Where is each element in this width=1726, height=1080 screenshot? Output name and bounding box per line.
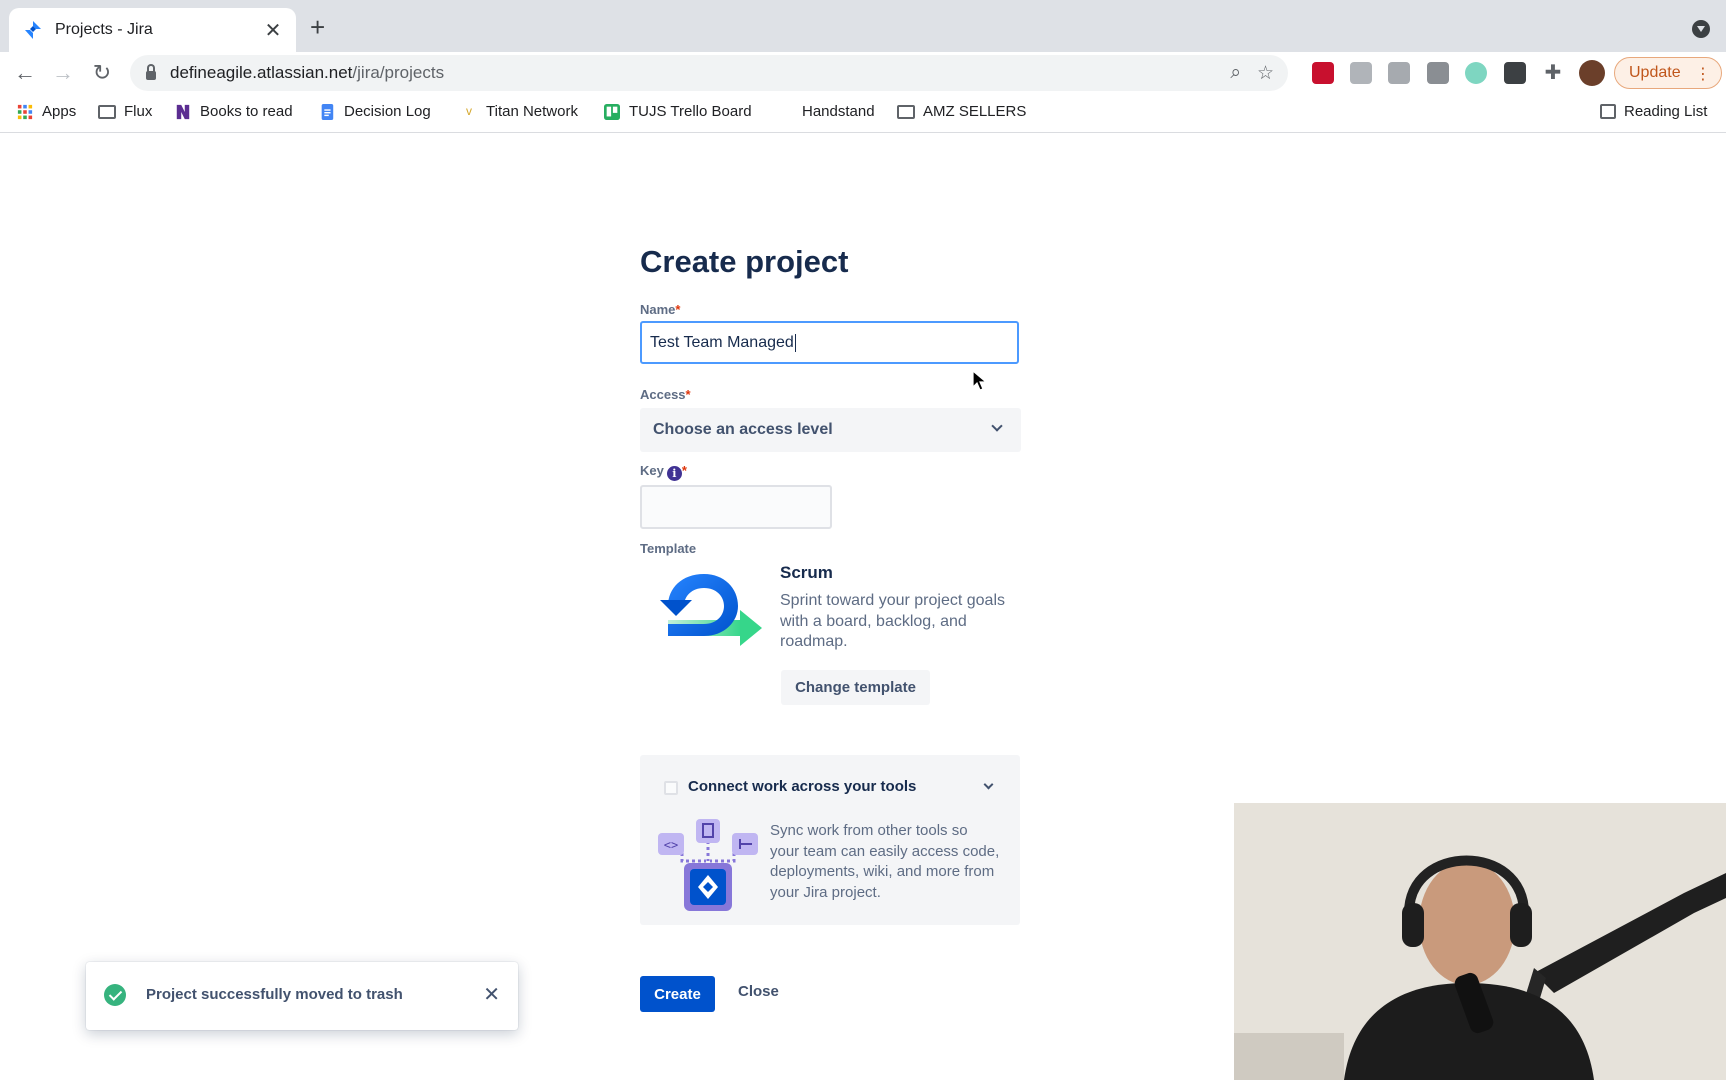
reading-list-icon [1600, 104, 1616, 119]
access-label-text: Access [640, 387, 686, 402]
bookmark-label: Apps [42, 103, 77, 120]
tab-search-icon[interactable] [1692, 20, 1710, 38]
browser-tab[interactable]: Projects - Jira ✕ [9, 8, 296, 52]
lock-icon [146, 64, 156, 80]
scrum-template-icon [660, 574, 762, 646]
zoom-icon[interactable]: ⌕ [1230, 62, 1241, 85]
name-label-text: Name [640, 302, 676, 317]
connect-tools-checkbox[interactable] [664, 781, 678, 795]
integrations-illustration-icon: <> [658, 819, 758, 911]
extension-grid-icon[interactable] [1388, 62, 1410, 84]
extensions-puzzle-icon[interactable]: ✚ [1542, 62, 1564, 84]
bookmark-icon [176, 104, 190, 119]
url-host: defineagile.atlassian.net [170, 63, 353, 82]
address-bar[interactable]: defineagile.atlassian.net/jira/projects … [130, 55, 1288, 91]
required-asterisk: * [675, 302, 681, 317]
name-label: Name* [640, 302, 680, 317]
reading-list-label: Reading List [1624, 103, 1708, 120]
bookmark-label: TUJS Trello Board [629, 103, 752, 120]
bookmark-label: AMZ SELLERS [923, 103, 1027, 120]
browser-tab-strip: Projects - Jira ✕ + [0, 0, 1726, 52]
extension-circle-icon[interactable] [1465, 62, 1487, 84]
bookmark-label: Books to read [200, 103, 293, 120]
close-button[interactable]: Close [738, 983, 779, 1000]
folder-icon [897, 104, 915, 119]
page-title: Create project [640, 244, 849, 279]
toast-message: Project successfully moved to trash [146, 986, 403, 1003]
success-check-icon [104, 984, 126, 1006]
webcam-overlay [1234, 803, 1726, 1080]
text-caret [794, 333, 796, 352]
url-path: /jira/projects [352, 63, 445, 82]
jira-favicon-icon [25, 21, 41, 39]
google-docs-icon [321, 103, 334, 120]
name-field-value: Test Team Managed [650, 333, 794, 351]
bookmark-amz-sellers[interactable]: AMZ SELLERS [897, 103, 1026, 120]
connect-tools-panel: Connect work across your tools <> Sync w… [640, 755, 1020, 925]
reading-list[interactable]: Reading List [1600, 103, 1707, 120]
folder-icon [98, 104, 116, 119]
profile-avatar[interactable] [1579, 60, 1605, 86]
access-level-select[interactable]: Choose an access level [640, 408, 1021, 452]
bookmarks-bar: Apps Flux Books to read Decision Log v T… [0, 94, 1726, 133]
bookmark-label: Titan Network [486, 103, 578, 120]
required-asterisk: * [685, 387, 691, 402]
chevron-down-icon [991, 420, 1003, 432]
extension-dark-icon[interactable] [1504, 62, 1526, 84]
update-label: Update [1629, 64, 1681, 81]
required-asterisk: * [681, 463, 687, 478]
bookmark-star-icon[interactable]: ☆ [1257, 62, 1274, 85]
update-button[interactable]: Update ⋮ [1614, 57, 1722, 89]
change-template-button[interactable]: Change template [781, 670, 930, 705]
browser-menu-icon[interactable]: ⋮ [1695, 64, 1711, 84]
key-label: Key i * [640, 463, 687, 481]
bookmark-handstand[interactable]: Handstand [776, 103, 875, 120]
bookmark-label: Handstand [802, 103, 875, 120]
connect-tools-title: Connect work across your tools [688, 778, 917, 795]
info-icon[interactable]: i [666, 466, 682, 481]
connect-tools-description: Sync work from other tools so your team … [770, 822, 1000, 901]
bookmark-tujs-trello[interactable]: TUJS Trello Board [603, 103, 752, 120]
presenter-video-image [1234, 803, 1726, 1080]
key-field[interactable] [640, 485, 832, 529]
key-label-text: Key [640, 463, 664, 478]
bookmark-label: Decision Log [344, 103, 431, 120]
reload-icon[interactable]: ↻ [89, 60, 115, 86]
bookmark-titan-network[interactable]: v Titan Network [460, 103, 578, 120]
toast-close-icon[interactable]: ✕ [483, 982, 500, 1007]
chevron-down-icon[interactable] [983, 779, 994, 790]
mouse-cursor-icon [972, 370, 988, 391]
blank-icon [776, 104, 794, 120]
bookmark-flux[interactable]: Flux [98, 103, 152, 120]
svg-text:<>: <> [664, 838, 678, 852]
back-icon[interactable]: ← [12, 60, 38, 86]
bookmark-books-to-read[interactable]: Books to read [174, 103, 293, 120]
apps-grid-icon [17, 104, 33, 119]
extension-code-icon[interactable] [1350, 62, 1372, 84]
browser-toolbar: ← → ↻ defineagile.atlassian.net/jira/pro… [0, 52, 1726, 94]
tab-title: Projects - Jira [55, 21, 153, 38]
trello-icon [604, 103, 620, 120]
name-field[interactable]: Test Team Managed [640, 321, 1019, 364]
success-toast: Project successfully moved to trash ✕ [86, 962, 518, 1030]
tab-close-icon[interactable]: ✕ [262, 18, 284, 43]
access-level-placeholder: Choose an access level [653, 421, 833, 438]
extension-h-icon[interactable] [1427, 62, 1449, 84]
forward-icon[interactable]: → [50, 60, 76, 86]
new-tab-icon[interactable]: + [310, 14, 325, 40]
titan-icon: v [466, 103, 472, 118]
template-description: Sprint toward your project goals with a … [780, 592, 1005, 650]
template-name: Scrum [780, 563, 833, 582]
access-label: Access* [640, 387, 691, 402]
create-button[interactable]: Create [640, 976, 715, 1012]
template-label: Template [640, 541, 697, 556]
bookmark-apps[interactable]: Apps [16, 103, 76, 120]
bookmark-decision-log[interactable]: Decision Log [318, 103, 431, 120]
bookmark-label: Flux [124, 103, 153, 120]
extension-lastpass-icon[interactable] [1312, 62, 1334, 84]
